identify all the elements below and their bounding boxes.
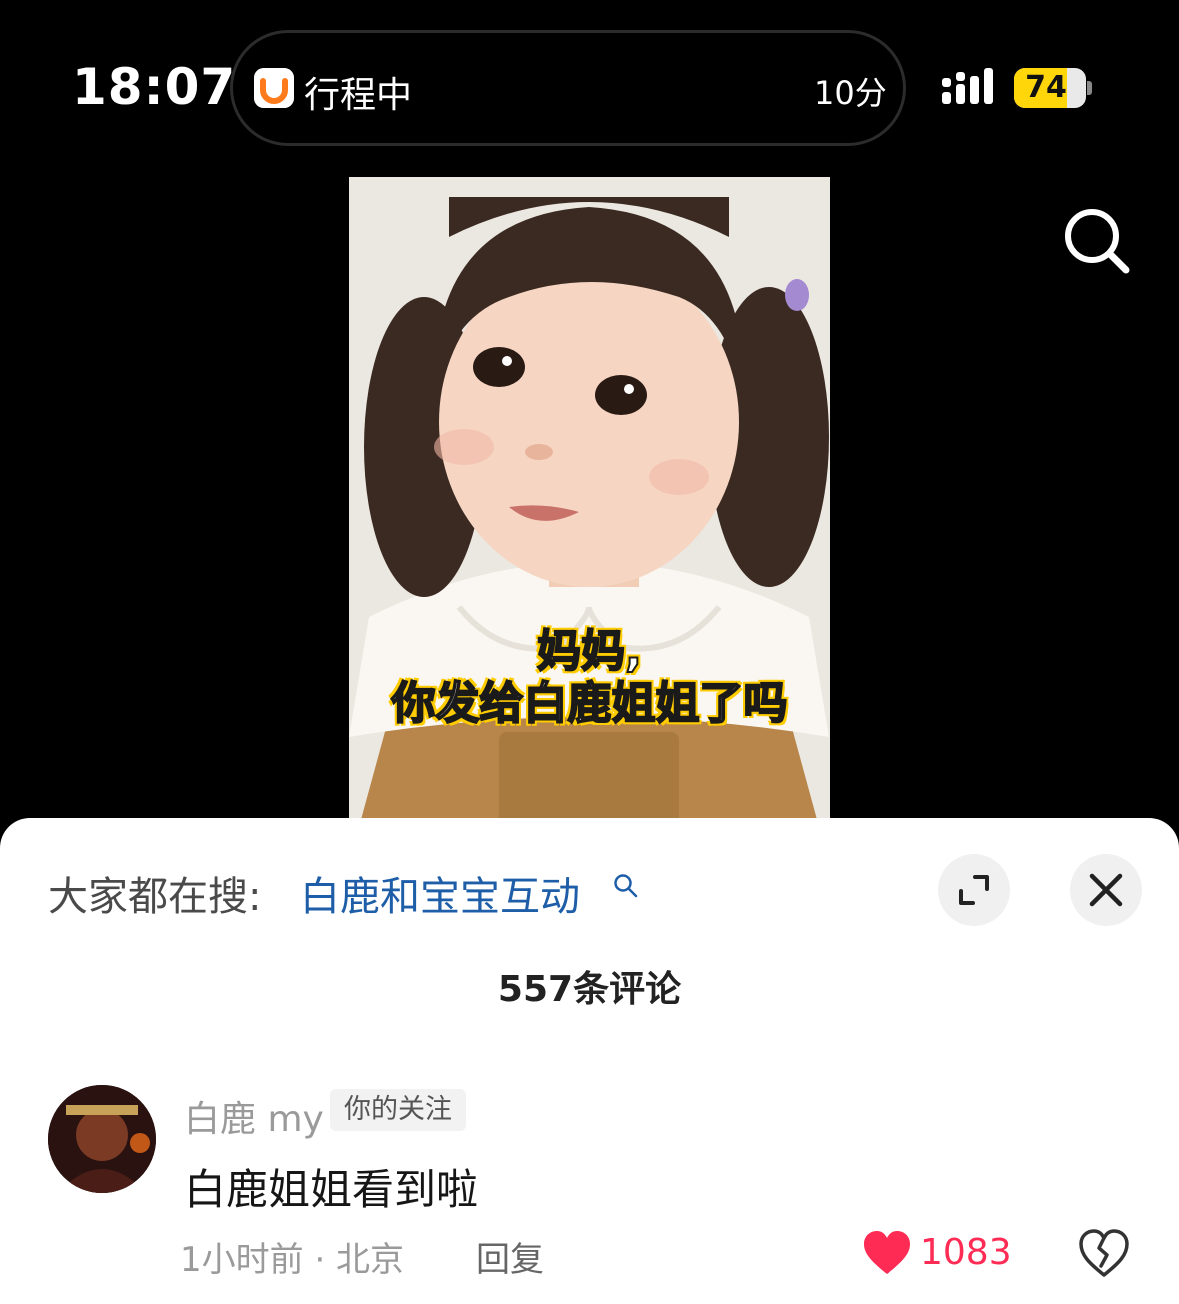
live-activity-label: 行程中 xyxy=(304,75,413,116)
reply-button[interactable]: 回复 xyxy=(476,1232,544,1281)
video-player[interactable]: 妈妈, 你发给白鹿姐姐了吗 xyxy=(349,177,830,827)
battery-tip xyxy=(1087,81,1092,95)
following-badge: 你的关注 xyxy=(330,1089,466,1131)
signal-icon xyxy=(942,68,1002,108)
expand-icon xyxy=(959,875,989,905)
comment-username[interactable]: 白鹿 my xyxy=(184,1090,324,1142)
search-button[interactable] xyxy=(1060,204,1132,276)
like-count: 1083 xyxy=(920,1232,1012,1273)
search-suggest-term[interactable]: 白鹿和宝宝互动 xyxy=(300,864,580,922)
search-icon xyxy=(1065,209,1130,274)
close-icon xyxy=(1089,873,1123,907)
comment-count: 557条评论 xyxy=(497,969,682,1010)
didi-icon xyxy=(254,68,294,108)
avatar[interactable] xyxy=(48,1085,156,1193)
live-activity-eta: 10分 xyxy=(814,74,887,112)
battery-level: 74 xyxy=(1025,70,1067,105)
heart-icon[interactable] xyxy=(862,1230,912,1276)
close-button[interactable] xyxy=(1070,854,1142,926)
status-time: 18:07 xyxy=(72,58,237,116)
search-suggest-label: 大家都在搜: xyxy=(48,874,262,920)
battery-indicator: 74 xyxy=(1014,68,1086,108)
search-term-icon[interactable] xyxy=(612,872,640,900)
comment-meta: 1小时前 · 北京 xyxy=(180,1240,405,1280)
dislike-icon[interactable] xyxy=(1078,1228,1130,1280)
expand-button[interactable] xyxy=(938,854,1010,926)
comment-text[interactable]: 白鹿姐姐看到啦 xyxy=(184,1156,478,1217)
video-caption-line2: 你发给白鹿姐姐了吗 xyxy=(391,677,789,730)
